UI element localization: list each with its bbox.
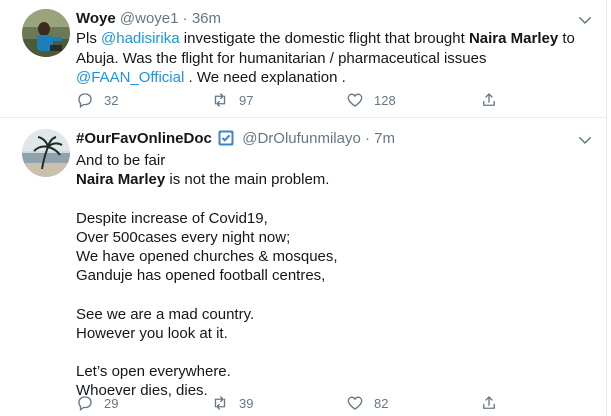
like-button[interactable]: 128 [346,91,396,109]
text-part: Pls [76,30,102,47]
share-icon [483,93,495,106]
beach-palm-photo-icon [22,129,70,177]
share-button[interactable] [480,394,498,412]
reply-count: 29 [104,395,119,411]
share-button[interactable] [480,91,498,109]
reply-button[interactable]: 32 [76,91,118,109]
like-button[interactable]: 82 [346,394,388,412]
avatar[interactable] [22,9,70,57]
timestamp[interactable]: 7m [374,130,395,147]
bold-text: Naira Marley [468,30,559,47]
display-name[interactable]: Woye [76,10,116,27]
user-handle[interactable]: @woye1 [120,10,179,27]
reply-button[interactable]: 29 [76,394,118,412]
tweet-actions: 32 97 128 [76,91,516,111]
mention-link[interactable]: @FAAN_Official [76,69,184,86]
share-icon [483,396,495,409]
reply-count: 32 [104,92,119,108]
text-line: And to be fair [76,152,166,169]
timestamp[interactable]: 36m [192,10,221,27]
tweet-text: Pls @hadisirika investigate the domestic… [76,29,586,88]
checkbox-emoji-icon [218,130,234,152]
tweet-header: #OurFavOnlineDoc @DrOlufunmilayo · 7m [76,129,395,152]
reply-icon [78,396,92,412]
reply-icon [78,93,92,109]
like-count: 82 [374,395,389,411]
tweet-text: And to be fair Naira Marley is not the m… [76,151,586,401]
separator: · [364,130,370,147]
chevron-down-icon[interactable] [576,11,594,29]
heart-icon [347,93,363,107]
avatar[interactable] [22,129,70,177]
user-handle[interactable]: @DrOlufunmilayo [242,130,361,147]
bold-text: Naira Marley [76,171,166,189]
retweet-count: 39 [239,395,254,411]
text-part: . We need explanation . [184,69,346,86]
separator: · [182,10,188,27]
retweet-icon [214,93,226,107]
retweet-button[interactable]: 39 [211,394,253,412]
like-count: 128 [374,92,396,108]
text-part: investigate the domestic flight that bro… [179,30,469,47]
heart-icon [347,396,363,410]
tweet-header: Woye @woye1 · 36m [76,9,221,29]
retweet-count: 97 [239,92,254,108]
retweet-icon [214,396,226,410]
tweet-woye[interactable]: Woye @woye1 · 36m Pls @hadisirika invest… [0,0,606,117]
text-part: is not the main problem. [165,171,330,189]
retweet-button[interactable]: 97 [211,91,253,109]
display-name[interactable]: #OurFavOnlineDoc [76,130,212,147]
mention-link[interactable]: @hadisirika [101,30,180,47]
text-part: Despite increase of Covid19, Over 500cas… [76,209,338,400]
chevron-down-icon[interactable] [576,131,594,149]
user-photo-icon [22,9,70,57]
tweet-actions: 29 39 82 [76,394,516,414]
tweet-drolufunmilayo[interactable]: #OurFavOnlineDoc @DrOlufunmilayo · 7m An… [0,118,606,416]
timeline-border [606,0,607,416]
